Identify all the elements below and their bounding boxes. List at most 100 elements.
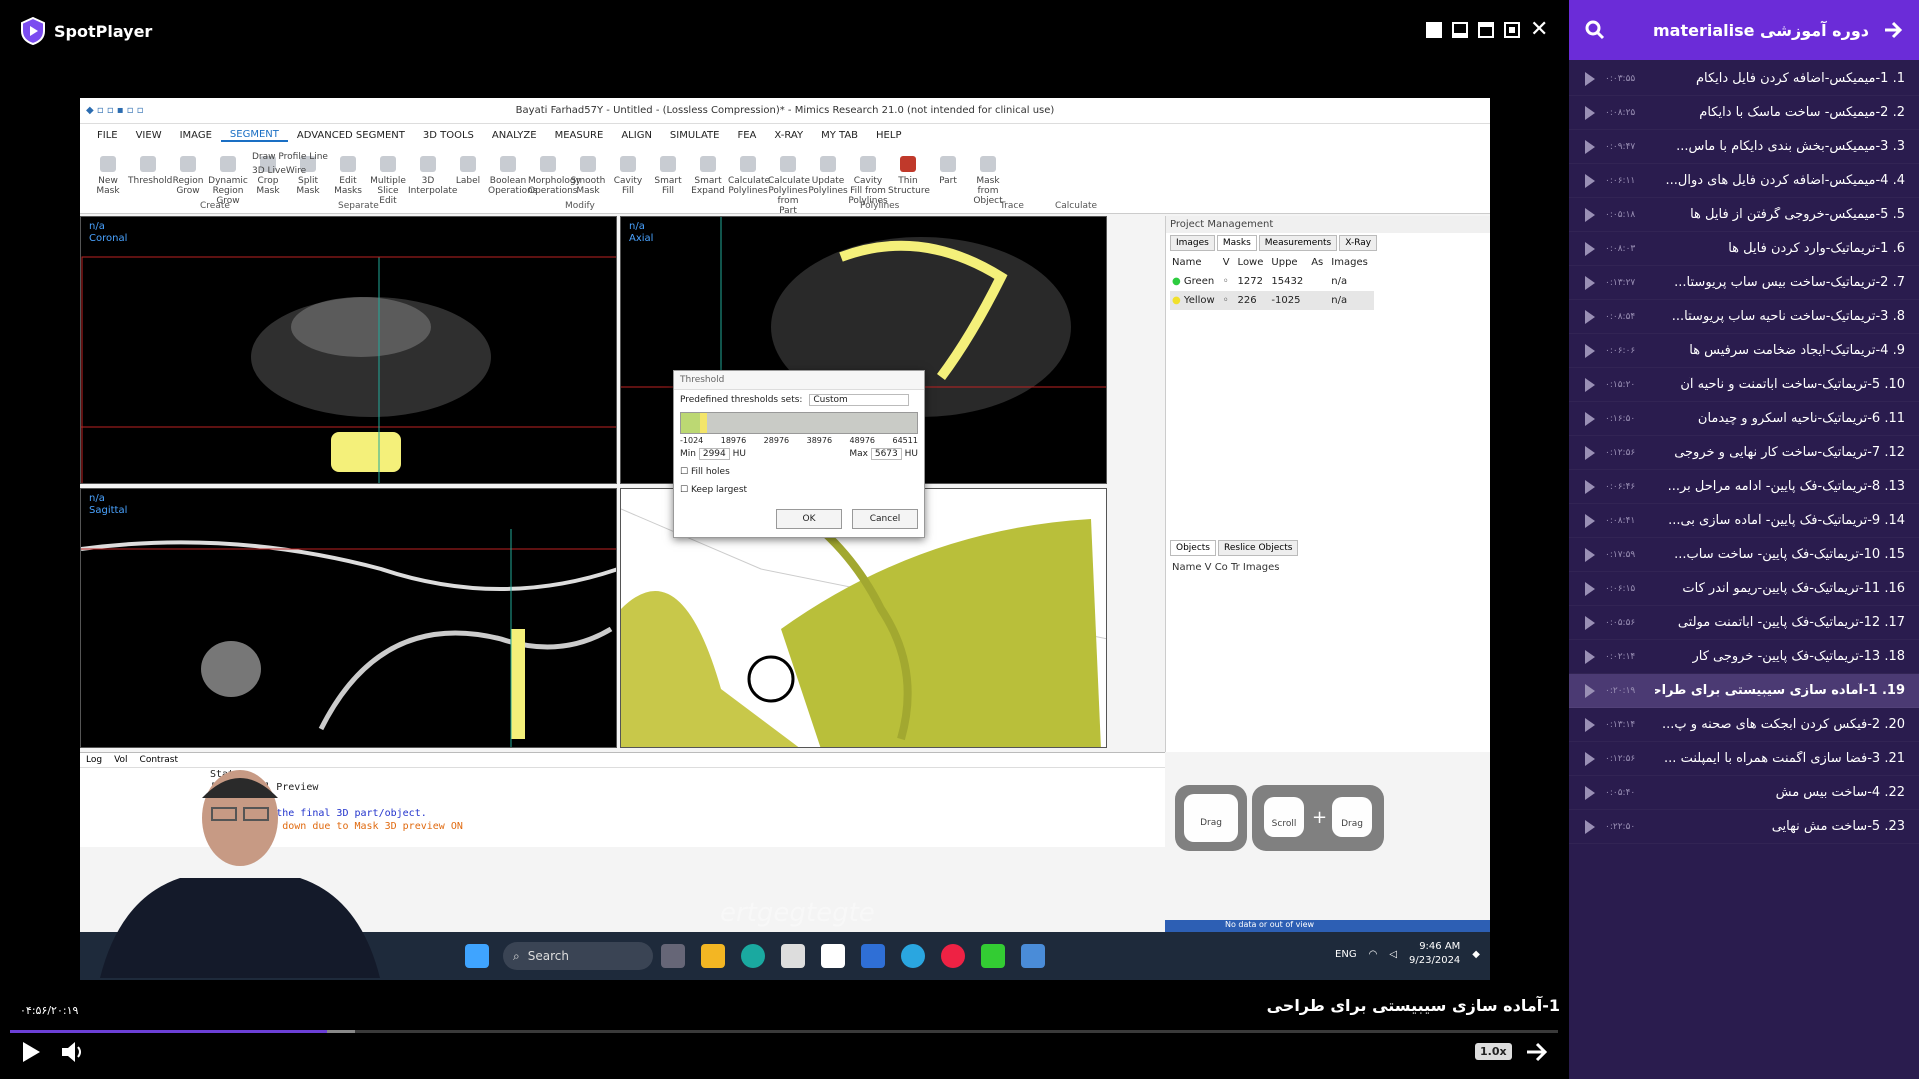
menu-image[interactable]: IMAGE xyxy=(171,130,221,141)
lesson-item[interactable]: ۰:۰۸:۲۵ 2. 2-میمیکس- ساخت ماسک با دایکام xyxy=(1569,96,1919,130)
drag-button[interactable]: Drag xyxy=(1184,794,1238,842)
ribbon-threshold[interactable]: Threshold xyxy=(128,146,172,213)
menu-my-tab[interactable]: MY TAB xyxy=(812,130,867,141)
menu-3d-tools[interactable]: 3D TOOLS xyxy=(414,130,483,141)
ribbon-cavity-fill[interactable]: Cavity Fill xyxy=(608,146,648,213)
edge-icon[interactable] xyxy=(741,944,765,968)
maximize-icon[interactable] xyxy=(1478,22,1494,38)
keep-largest-checkbox[interactable]: ☐ Keep largest xyxy=(674,481,924,499)
lesson-item[interactable]: ۰:۲۰:۱۹ 19. 1-آماده سازی سیبیستی برای طرا… xyxy=(1569,674,1919,708)
sagittal-view[interactable]: n/a Sagittal xyxy=(80,488,617,748)
menu-advanced-segment[interactable]: ADVANCED SEGMENT xyxy=(288,130,414,141)
ribbon-new-mask[interactable]: New Mask xyxy=(88,146,128,213)
ribbon-calculate-polylines[interactable]: Calculate Polylines xyxy=(728,146,770,213)
video-player[interactable]: SpotPlayer ✕ ◆ ▫ ▫ ▪ ▫ ▫ Bayati Farhad57… xyxy=(0,0,1569,1079)
lesson-item[interactable]: ۰:۰۸:۵۴ 8. 3-تریماتیک-ساخت ناحیه ساب پریو… xyxy=(1569,300,1919,334)
ok-button[interactable]: OK xyxy=(776,509,842,529)
notification-icon[interactable]: ◆ xyxy=(1472,949,1480,960)
lesson-item[interactable]: ۰:۱۶:۵۰ 11. 6-تریماتیک-ناحیه اسکرو و چیدم… xyxy=(1569,402,1919,436)
menu-x-ray[interactable]: X-RAY xyxy=(765,130,812,141)
lesson-item[interactable]: ۰:۰۶:۰۶ 9. 4-تریماتیک-ایجاد ضخامت سرفیس ه… xyxy=(1569,334,1919,368)
tab-images[interactable]: Images xyxy=(1170,235,1215,251)
close-icon[interactable]: ✕ xyxy=(1530,19,1548,41)
drag-button-2[interactable]: Drag xyxy=(1332,797,1372,837)
threshold-histogram[interactable] xyxy=(680,412,918,434)
menu-file[interactable]: FILE xyxy=(88,130,127,141)
play-button[interactable] xyxy=(20,1040,42,1068)
chrome-icon[interactable] xyxy=(941,944,965,968)
lesson-item[interactable]: ۰:۰۶:۱۵ 16. 11-تریماتیک-فک پایین-ریمو آند… xyxy=(1569,572,1919,606)
menu-measure[interactable]: MEASURE xyxy=(546,130,613,141)
minimize-icon[interactable] xyxy=(1426,22,1442,38)
lesson-item[interactable]: ۰:۰۵:۴۰ 22. 4-ساخت بیس مش xyxy=(1569,776,1919,810)
menu-view[interactable]: VIEW xyxy=(127,130,171,141)
menu-fea[interactable]: FEA xyxy=(728,130,765,141)
ribbon-update-polylines[interactable]: Update Polylines xyxy=(808,146,848,213)
cancel-button[interactable]: Cancel xyxy=(852,509,918,529)
clock[interactable]: 9:46 AM 9/23/2024 xyxy=(1409,940,1460,968)
tab-reslice-objects[interactable]: Reslice Objects xyxy=(1218,540,1299,556)
lesson-item[interactable]: ۰:۱۷:۵۹ 15. 10-تریماتیک-فک پایین- ساخت سا… xyxy=(1569,538,1919,572)
ribbon-boolean-operations[interactable]: Boolean Operations xyxy=(488,146,537,213)
tab-objects[interactable]: Objects xyxy=(1170,540,1217,556)
max-input[interactable]: 5673 xyxy=(870,448,902,460)
lesson-item[interactable]: ۰:۰۸:۰۳ 6. 1-تریماتیک-وارد کردن فایل ها xyxy=(1569,232,1919,266)
volume-icon[interactable]: ◁ xyxy=(1389,949,1397,960)
volume-button[interactable] xyxy=(60,1040,84,1068)
ribbon-smart-fill[interactable]: Smart Fill xyxy=(648,146,688,213)
arrow-right-icon[interactable] xyxy=(1883,20,1903,40)
min-input[interactable]: 2994 xyxy=(698,448,730,460)
ribbon-calculate-polylines-from-part[interactable]: Calculate Polylines from Part xyxy=(768,146,810,216)
menu-simulate[interactable]: SIMULATE xyxy=(661,130,729,141)
store-icon[interactable] xyxy=(781,944,805,968)
mask-row[interactable]: ● Green ◦ 1272 15432 n/a xyxy=(1170,272,1374,291)
tab-x-ray[interactable]: X-Ray xyxy=(1339,235,1378,251)
app-k-icon[interactable] xyxy=(821,944,845,968)
search-icon[interactable] xyxy=(1585,20,1605,40)
wifi-icon[interactable]: ◠ xyxy=(1369,949,1378,960)
lesson-item[interactable]: ۰:۰۵:۵۶ 17. 12-تریماتیک-فک پایین- اباتمنت… xyxy=(1569,606,1919,640)
menu-analyze[interactable]: ANALYZE xyxy=(483,130,546,141)
ribbon-extra-tools[interactable]: Draw Profile Line 3D LiveWire xyxy=(252,150,328,178)
threshold-dialog[interactable]: Threshold Predefined thresholds sets: Cu… xyxy=(673,370,925,538)
speed-button[interactable]: 1.0x xyxy=(1475,1043,1512,1060)
lesson-item[interactable]: ۰:۰۸:۴۱ 14. 9-تریماتیک-فک پایین- آماده سا… xyxy=(1569,504,1919,538)
menu-help[interactable]: HELP xyxy=(867,130,910,141)
app-green-icon[interactable] xyxy=(981,944,1005,968)
lesson-item[interactable]: ۰:۰۹:۴۷ 3. 3-میمیکس-بخش بندی دایکام با ما… xyxy=(1569,130,1919,164)
tab-measurements[interactable]: Measurements xyxy=(1258,235,1338,251)
ribbon-label[interactable]: Label xyxy=(448,146,488,213)
ribbon-3d-interpolate[interactable]: 3D Interpolate xyxy=(408,146,457,213)
lesson-item[interactable]: ۰:۰۲:۱۴ 18. 13-تریماتیک-فک پایین- خروجی ک… xyxy=(1569,640,1919,674)
scroll-button[interactable]: Scroll xyxy=(1264,797,1304,837)
restore-icon[interactable] xyxy=(1452,22,1468,38)
lang-indicator[interactable]: ENG xyxy=(1335,949,1357,960)
ribbon-morphology-operations[interactable]: Morphology Operations xyxy=(528,146,581,213)
taskbar-search[interactable]: ⌕ Search xyxy=(503,942,653,970)
tab-masks[interactable]: Masks xyxy=(1216,235,1257,251)
coronal-view[interactable]: n/a Coronal xyxy=(80,216,617,484)
ribbon-smart-expand[interactable]: Smart Expand xyxy=(688,146,728,213)
telegram-icon[interactable] xyxy=(901,944,925,968)
lesson-item[interactable]: ۰:۲۲:۵۰ 23. 5-ساخت مش نهایی xyxy=(1569,810,1919,844)
ribbon-part[interactable]: Part xyxy=(928,146,968,213)
lesson-item[interactable]: ۰:۰۳:۵۵ 1. 1-میمیکس-اضافه کردن فایل دایکا… xyxy=(1569,62,1919,96)
mimics-icon[interactable] xyxy=(1021,944,1045,968)
lesson-item[interactable]: ۰:۰۵:۱۸ 5. 5-میمیکس-خروجی گرفتن از فایل ه… xyxy=(1569,198,1919,232)
lesson-item[interactable]: ۰:۱۵:۲۰ 10. 5-تریماتیک-ساخت اباتمنت و ناح… xyxy=(1569,368,1919,402)
mask-row[interactable]: ● Yellow ◦ 226 -1025 n/a xyxy=(1170,291,1374,310)
todo-icon[interactable] xyxy=(861,944,885,968)
lesson-item[interactable]: ۰:۱۲:۵۶ 12. 7-تریماتیک-ساخت کار نهایی و خ… xyxy=(1569,436,1919,470)
lesson-item[interactable]: ۰:۰۶:۴۶ 13. 8-تریماتیک-فک پایین- ادامه مر… xyxy=(1569,470,1919,504)
taskview-icon[interactable] xyxy=(661,944,685,968)
fill-holes-checkbox[interactable]: ☐ Fill holes xyxy=(674,463,924,481)
windows-start-icon[interactable] xyxy=(465,944,489,968)
menu-segment[interactable]: SEGMENT xyxy=(220,129,288,142)
explorer-icon[interactable] xyxy=(701,944,725,968)
fullscreen-icon[interactable] xyxy=(1504,22,1520,38)
menu-align[interactable]: ALIGN xyxy=(612,130,661,141)
next-button[interactable] xyxy=(1525,1040,1549,1068)
predefined-select[interactable]: Custom xyxy=(809,394,910,406)
lesson-item[interactable]: ۰:۱۳:۱۴ 20. 2-فیکس کردن ابجکت های صحنه و … xyxy=(1569,708,1919,742)
lesson-item[interactable]: ۰:۰۶:۱۱ 4. 4-میمیکس-اضافه کردن فایل های د… xyxy=(1569,164,1919,198)
